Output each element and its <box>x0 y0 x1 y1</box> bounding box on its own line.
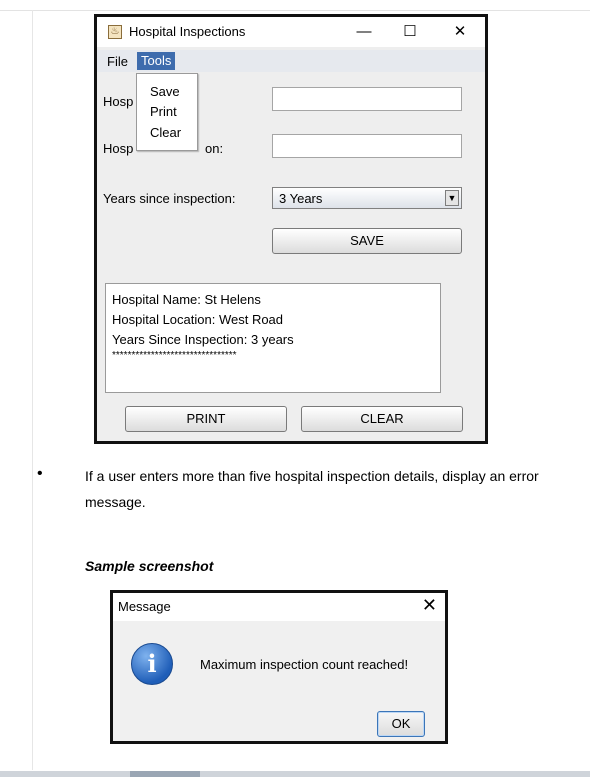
menu-bar: File Tools <box>97 50 485 72</box>
hospital-inspections-window: ♨ Hospital Inspections — ☐ ✕ File Tools … <box>94 14 488 444</box>
menu-tools[interactable]: Tools <box>137 52 176 70</box>
years-selected-value: 3 Years <box>279 191 323 206</box>
maximize-button[interactable]: ☐ <box>396 21 424 43</box>
scrollbar-thumb[interactable] <box>130 771 200 777</box>
page-top-border <box>0 0 590 11</box>
chevron-down-icon[interactable]: ▼ <box>445 190 459 206</box>
sample-screenshot-caption: Sample screenshot <box>85 558 214 574</box>
requirement-paragraph: If a user enters more than five hospital… <box>85 468 539 510</box>
bottom-scrollbar[interactable] <box>0 771 590 777</box>
dialog-message: Maximum inspection count reached! <box>200 657 409 672</box>
window-title: Hospital Inspections <box>129 24 246 39</box>
print-button[interactable]: PRINT <box>125 406 287 432</box>
close-button[interactable]: ✕ <box>446 21 474 43</box>
window-titlebar: ♨ Hospital Inspections — ☐ ✕ <box>97 17 485 47</box>
ok-button[interactable]: OK <box>377 711 425 737</box>
hospital-location-label-right: on: <box>205 141 224 156</box>
save-button[interactable]: SAVE <box>272 228 462 254</box>
hospital-location-label-left: Hosp <box>103 141 134 156</box>
message-dialog: Message ✕ i Maximum inspection count rea… <box>110 590 448 744</box>
info-icon: i <box>131 643 173 685</box>
output-separator: ******************************** <box>112 350 237 361</box>
years-since-inspection-label: Years since inspection: <box>103 191 236 206</box>
output-line: Hospital Location: West Road <box>112 312 284 327</box>
bullet-point: • <box>37 465 43 482</box>
java-cup-icon: ♨ <box>108 25 122 39</box>
dialog-title: Message <box>118 599 171 614</box>
menu-item-clear[interactable]: Clear <box>150 125 181 140</box>
dialog-titlebar: Message ✕ <box>113 593 445 621</box>
output-line: Hospital Name: St Helens <box>112 292 261 307</box>
tools-dropdown-menu: Save Print Clear <box>136 73 198 151</box>
menu-file[interactable]: File <box>107 54 128 69</box>
hospital-name-input[interactable] <box>272 87 462 111</box>
menu-item-print[interactable]: Print <box>150 104 177 119</box>
hospital-location-input[interactable] <box>272 134 462 158</box>
menu-item-save[interactable]: Save <box>150 84 180 99</box>
minimize-button[interactable]: — <box>350 21 378 43</box>
page-left-rule <box>32 10 33 770</box>
clear-button[interactable]: CLEAR <box>301 406 463 432</box>
dialog-close-button[interactable]: ✕ <box>422 595 437 616</box>
hospital-name-label: Hosp <box>103 94 134 109</box>
years-since-inspection-select[interactable]: 3 Years ▼ <box>272 187 462 209</box>
output-line: Years Since Inspection: 3 years <box>112 332 294 347</box>
inspection-output-area[interactable]: Hospital Name: St Helens Hospital Locati… <box>105 283 441 393</box>
